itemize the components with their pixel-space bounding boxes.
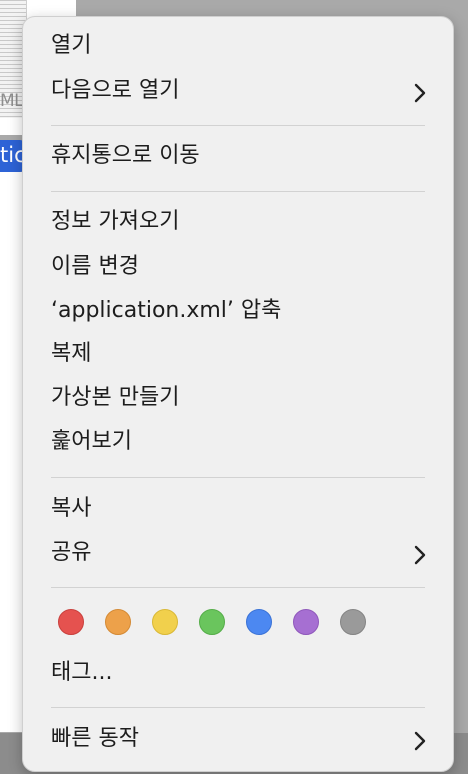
menu-item-open-with[interactable]: 다음으로 열기	[51, 80, 179, 102]
menu-item-rename[interactable]: 이름 변경	[51, 256, 139, 278]
context-menu: 열기 다음으로 열기 휴지통으로 이동 정보 가져오기 이름 변경 ‘appli…	[22, 16, 454, 772]
tag-purple-button[interactable]	[293, 609, 319, 635]
tag-color-row	[58, 609, 366, 635]
tag-red-button[interactable]	[58, 609, 84, 635]
menu-item-tags[interactable]: 태그...	[51, 662, 112, 684]
menu-item-compress[interactable]: ‘application.xml’ 압축	[51, 300, 281, 322]
menu-item-quick-actions[interactable]: 빠른 동작	[51, 728, 139, 750]
tag-orange-button[interactable]	[105, 609, 131, 635]
chevron-right-icon	[414, 83, 427, 103]
menu-item-quick-look[interactable]: 훑어보기	[51, 431, 132, 453]
menu-item-make-alias[interactable]: 가상본 만들기	[51, 387, 179, 409]
tag-gray-button[interactable]	[340, 609, 366, 635]
menu-item-move-to-trash[interactable]: 휴지통으로 이동	[51, 145, 200, 167]
menu-separator	[51, 707, 425, 708]
menu-item-share[interactable]: 공유	[51, 542, 91, 564]
menu-item-open[interactable]: 열기	[51, 35, 91, 57]
menu-separator	[51, 125, 425, 126]
chevron-right-icon	[414, 545, 427, 565]
chevron-right-icon	[414, 731, 427, 751]
menu-separator	[51, 191, 425, 192]
menu-separator	[51, 587, 425, 588]
menu-item-copy[interactable]: 복사	[51, 498, 91, 520]
menu-item-get-info[interactable]: 정보 가져오기	[51, 211, 179, 233]
tag-blue-button[interactable]	[246, 609, 272, 635]
tag-yellow-button[interactable]	[152, 609, 178, 635]
menu-item-duplicate[interactable]: 복제	[51, 343, 91, 365]
tag-green-button[interactable]	[199, 609, 225, 635]
file-thumbnail-label: ML	[0, 91, 24, 111]
menu-separator	[51, 477, 425, 478]
